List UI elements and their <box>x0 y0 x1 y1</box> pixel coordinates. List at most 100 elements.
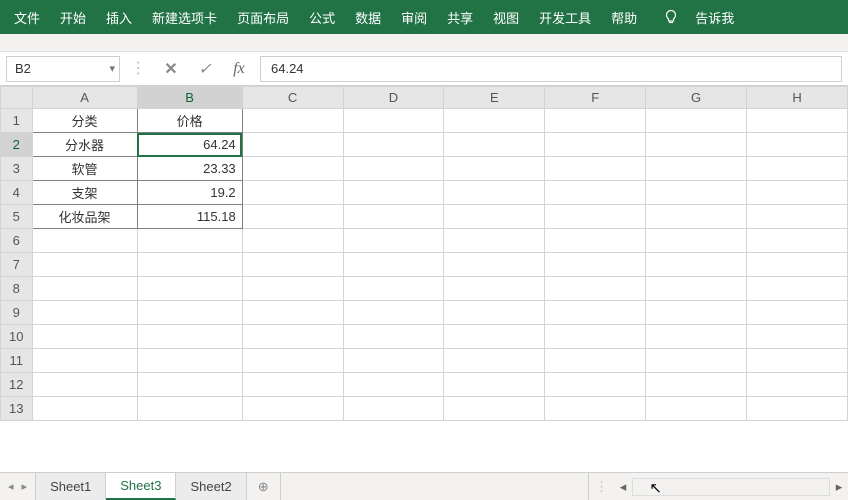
col-header-H[interactable]: H <box>747 87 848 109</box>
ribbon-tab-5[interactable]: 公式 <box>299 0 345 34</box>
cell-H9[interactable] <box>747 301 848 325</box>
cell-H6[interactable] <box>747 229 848 253</box>
cell-G2[interactable] <box>646 133 747 157</box>
cell-A12[interactable] <box>32 373 137 397</box>
cell-F8[interactable] <box>545 277 646 301</box>
sheet-tab-Sheet1[interactable]: Sheet1 <box>35 473 106 500</box>
cell-H1[interactable] <box>747 109 848 133</box>
cell-H7[interactable] <box>747 253 848 277</box>
cell-F10[interactable] <box>545 325 646 349</box>
cell-F5[interactable] <box>545 205 646 229</box>
cell-F2[interactable] <box>545 133 646 157</box>
cell-E12[interactable] <box>444 373 545 397</box>
row-header-4[interactable]: 4 <box>1 181 33 205</box>
col-header-C[interactable]: C <box>242 87 343 109</box>
cell-D1[interactable] <box>343 109 444 133</box>
cell-A7[interactable] <box>32 253 137 277</box>
cell-G3[interactable] <box>646 157 747 181</box>
cell-E7[interactable] <box>444 253 545 277</box>
cell-C1[interactable] <box>242 109 343 133</box>
col-header-B[interactable]: B <box>137 87 242 109</box>
cell-H10[interactable] <box>747 325 848 349</box>
row-header-10[interactable]: 10 <box>1 325 33 349</box>
cell-G10[interactable] <box>646 325 747 349</box>
cell-B3[interactable]: 23.33 <box>137 157 242 181</box>
name-box[interactable]: B2 ▾ <box>6 56 120 82</box>
nav-next-icon[interactable]: ▸ <box>22 480 28 493</box>
col-header-A[interactable]: A <box>32 87 137 109</box>
cell-H3[interactable] <box>747 157 848 181</box>
sheet-tab-Sheet3[interactable]: Sheet3 <box>106 473 176 500</box>
cell-D10[interactable] <box>343 325 444 349</box>
cell-E9[interactable] <box>444 301 545 325</box>
row-header-7[interactable]: 7 <box>1 253 33 277</box>
cell-E3[interactable] <box>444 157 545 181</box>
cell-G9[interactable] <box>646 301 747 325</box>
col-header-E[interactable]: E <box>444 87 545 109</box>
name-box-dropdown-icon[interactable]: ▾ <box>109 62 115 75</box>
cell-C9[interactable] <box>242 301 343 325</box>
cell-C7[interactable] <box>242 253 343 277</box>
row-header-8[interactable]: 8 <box>1 277 33 301</box>
ribbon-tab-8[interactable]: 共享 <box>437 0 483 34</box>
cell-E5[interactable] <box>444 205 545 229</box>
scroll-left-icon[interactable]: ◂ <box>614 479 632 495</box>
ribbon-tab-7[interactable]: 审阅 <box>391 0 437 34</box>
cell-D4[interactable] <box>343 181 444 205</box>
cell-A9[interactable] <box>32 301 137 325</box>
select-all-corner[interactable] <box>1 87 33 109</box>
cell-H12[interactable] <box>747 373 848 397</box>
cell-B6[interactable] <box>137 229 242 253</box>
fx-button[interactable]: fx <box>225 56 253 82</box>
cell-D12[interactable] <box>343 373 444 397</box>
cell-A5[interactable]: 化妆品架 <box>32 205 137 229</box>
cell-C10[interactable] <box>242 325 343 349</box>
cell-D8[interactable] <box>343 277 444 301</box>
cell-B9[interactable] <box>137 301 242 325</box>
cell-E1[interactable] <box>444 109 545 133</box>
cell-C8[interactable] <box>242 277 343 301</box>
cell-H5[interactable] <box>747 205 848 229</box>
cell-G8[interactable] <box>646 277 747 301</box>
cell-F6[interactable] <box>545 229 646 253</box>
cell-A10[interactable] <box>32 325 137 349</box>
cell-A3[interactable]: 软管 <box>32 157 137 181</box>
cell-C12[interactable] <box>242 373 343 397</box>
ribbon-tab-4[interactable]: 页面布局 <box>227 0 299 34</box>
cell-B10[interactable] <box>137 325 242 349</box>
tell-me[interactable]: 告诉我 <box>689 0 740 34</box>
cell-B1[interactable]: 价格 <box>137 109 242 133</box>
cell-E8[interactable] <box>444 277 545 301</box>
col-header-F[interactable]: F <box>545 87 646 109</box>
cell-C13[interactable] <box>242 397 343 421</box>
cell-E6[interactable] <box>444 229 545 253</box>
cell-H4[interactable] <box>747 181 848 205</box>
ribbon-tab-6[interactable]: 数据 <box>345 0 391 34</box>
row-header-13[interactable]: 13 <box>1 397 33 421</box>
cell-A2[interactable]: 分水器 <box>32 133 137 157</box>
cell-D5[interactable] <box>343 205 444 229</box>
cell-F13[interactable] <box>545 397 646 421</box>
cell-C11[interactable] <box>242 349 343 373</box>
bulb-icon[interactable] <box>653 0 689 34</box>
cell-G12[interactable] <box>646 373 747 397</box>
row-header-5[interactable]: 5 <box>1 205 33 229</box>
cell-A11[interactable] <box>32 349 137 373</box>
cell-B7[interactable] <box>137 253 242 277</box>
ribbon-tab-3[interactable]: 新建选项卡 <box>142 0 227 34</box>
scroll-right-icon[interactable]: ▸ <box>830 479 848 495</box>
cell-C5[interactable] <box>242 205 343 229</box>
cell-B11[interactable] <box>137 349 242 373</box>
cell-E4[interactable] <box>444 181 545 205</box>
cell-D9[interactable] <box>343 301 444 325</box>
cell-D7[interactable] <box>343 253 444 277</box>
cell-G1[interactable] <box>646 109 747 133</box>
row-header-12[interactable]: 12 <box>1 373 33 397</box>
cell-G4[interactable] <box>646 181 747 205</box>
row-header-11[interactable]: 11 <box>1 349 33 373</box>
cell-F11[interactable] <box>545 349 646 373</box>
cancel-icon[interactable]: ✕ <box>157 56 185 82</box>
ribbon-tab-10[interactable]: 开发工具 <box>529 0 601 34</box>
cell-D3[interactable] <box>343 157 444 181</box>
cell-B5[interactable]: 115.18 <box>137 205 242 229</box>
